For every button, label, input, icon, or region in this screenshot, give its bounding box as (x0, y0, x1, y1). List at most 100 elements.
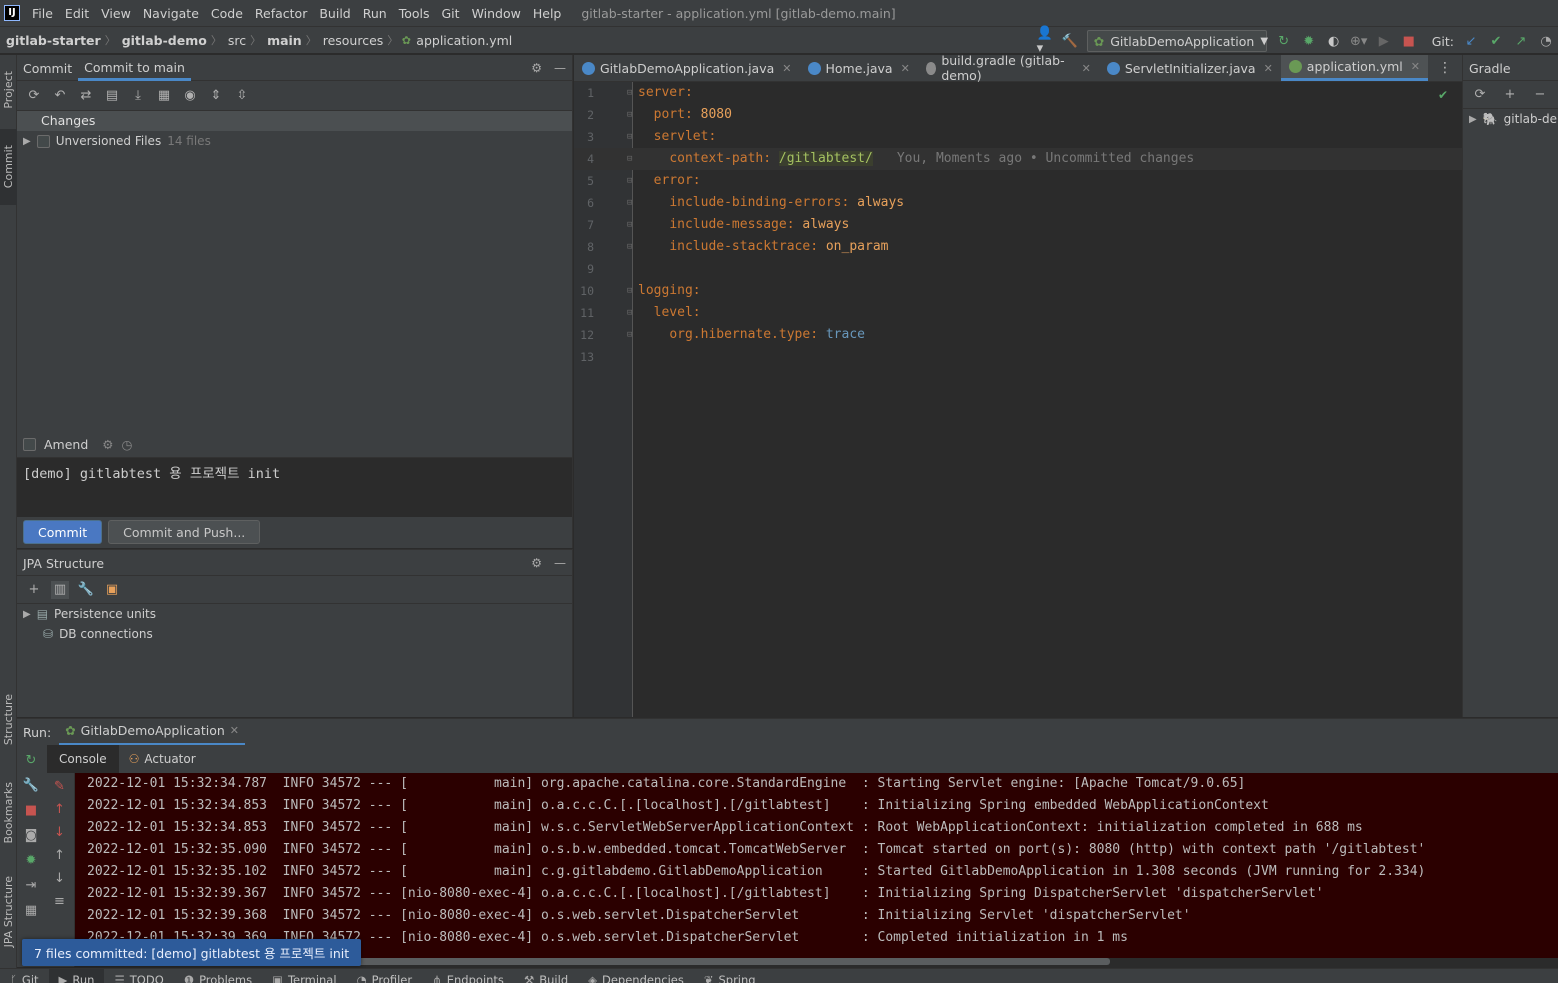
code-editor[interactable]: 1 ⊟ server: 2 ⊟ port: 8080 3 ⊟ servlet: 4 ⊟ cont… (574, 82, 1462, 717)
menu-window[interactable]: Window (466, 6, 527, 21)
amend-checkbox[interactable] (23, 437, 36, 451)
tree-item-persistence-units[interactable]: ▶ ▤ Persistence units (17, 604, 572, 624)
tree-item-db-connections[interactable]: ⛁ DB connections (17, 624, 572, 644)
shelve-icon[interactable]: ▤ (103, 87, 121, 105)
unversioned-checkbox[interactable] (36, 134, 50, 148)
debug-icon[interactable]: ✹ (26, 853, 37, 868)
code-line[interactable]: 2 ⊟ port: 8080 (574, 104, 1462, 126)
commit-message-field[interactable]: [demo] gitlabtest 용 프로젝트 init (17, 457, 572, 517)
scroll-down-icon[interactable]: ↓ (54, 871, 65, 886)
editor-tab[interactable]: application.yml ✕ (1280, 55, 1428, 81)
run-play-icon[interactable]: ▶ (1376, 33, 1392, 49)
close-icon[interactable]: ✕ (1264, 62, 1273, 75)
clock-icon[interactable]: ◷ (122, 437, 133, 452)
editor-tab[interactable]: build.gradle (gitlab-demo) ✕ (918, 53, 1099, 83)
tool-tab-jpa-structure[interactable]: JPA Structure (0, 867, 17, 957)
tool-window-profiler[interactable]: ◔ Profiler (347, 969, 423, 983)
scroll-up-icon[interactable]: ↑ (54, 848, 65, 863)
tool-tab-commit[interactable]: Commit (0, 129, 17, 205)
close-icon[interactable]: ✕ (782, 62, 791, 75)
menu-file[interactable]: File (26, 6, 59, 21)
code-line[interactable]: 4 ⊟ context-path: /gitlabtest/You, Moment… (574, 148, 1462, 170)
menu-edit[interactable]: Edit (59, 6, 95, 21)
close-icon[interactable]: ✕ (1411, 60, 1420, 73)
menu-run[interactable]: Run (357, 6, 393, 21)
profiler-icon[interactable]: ⊕▾ (1350, 33, 1367, 49)
rerun-icon[interactable]: ↻ (1276, 33, 1292, 49)
tool-window-git[interactable]: ᚴ Git (0, 969, 49, 983)
more-tabs-icon[interactable]: ⋮ (1428, 55, 1462, 81)
code-line[interactable]: 12 ⊟ org.hibernate.type: trace (574, 324, 1462, 346)
git-commit-icon[interactable]: ✔ (1488, 33, 1504, 49)
breadcrumb-project[interactable]: gitlab-starter (0, 33, 105, 48)
tab-commit-to-main[interactable]: Commit to main (78, 55, 191, 81)
build-hammer-icon[interactable]: 🔨 (1062, 33, 1078, 49)
coverage-icon[interactable]: ◐ (1326, 33, 1342, 49)
tool-tab-structure[interactable]: Structure (0, 687, 17, 753)
minimize-icon[interactable]: — (554, 556, 566, 570)
git-push-icon[interactable]: ↗ (1513, 33, 1529, 49)
fold-marker-icon[interactable]: ⊟ (627, 324, 632, 346)
menu-help[interactable]: Help (527, 6, 568, 21)
breadcrumb-resources[interactable]: resources (317, 33, 388, 48)
close-icon[interactable]: ✕ (1082, 62, 1091, 75)
fold-marker-icon[interactable]: ⊟ (627, 126, 632, 148)
expand-all-icon[interactable]: ⇕ (207, 87, 225, 105)
eye-icon[interactable]: ◉ (181, 87, 199, 105)
jpa-console-icon[interactable]: ▣ (103, 581, 121, 599)
menu-view[interactable]: View (95, 6, 137, 21)
menu-git[interactable]: Git (436, 6, 466, 21)
code-line[interactable]: 3 ⊟ servlet: (574, 126, 1462, 148)
fold-marker-icon[interactable]: ⊟ (627, 302, 632, 324)
breadcrumb-main[interactable]: main (261, 33, 306, 48)
debug-bug-icon[interactable]: ✹ (1301, 33, 1317, 49)
changes-header[interactable]: Changes (17, 111, 572, 131)
exit-icon[interactable]: ⇥ (26, 878, 37, 893)
editor-tab[interactable]: GitlabDemoApplication.java ✕ (574, 55, 800, 81)
fold-marker-icon[interactable]: ⊟ (627, 82, 632, 104)
run-configuration-select[interactable]: ✿ GitlabDemoApplication ▼ (1086, 30, 1268, 52)
history-icon[interactable]: ◔ (1538, 33, 1554, 49)
tab-actuator[interactable]: ⚇ Actuator (119, 745, 206, 773)
refresh-icon[interactable]: ⟳ (25, 87, 43, 105)
code-line[interactable]: 10 ⊟ logging: (574, 280, 1462, 302)
layout-icon[interactable]: ▦ (25, 903, 37, 918)
horizontal-scrollbar[interactable] (330, 958, 1110, 965)
stop-icon[interactable]: ■ (1401, 33, 1417, 49)
run-config-tab[interactable]: ✿ GitlabDemoApplication ✕ (59, 719, 246, 746)
fold-marker-icon[interactable]: ⊟ (627, 192, 632, 214)
soft-wrap-icon[interactable]: ≡ (54, 894, 65, 909)
tool-window-run[interactable]: ▶ Run (48, 969, 105, 983)
code-line[interactable]: 11 ⊟ level: (574, 302, 1462, 324)
breadcrumb-src[interactable]: src (222, 33, 250, 48)
arrow-down-icon[interactable]: ↓ (54, 825, 65, 840)
menu-tools[interactable]: Tools (393, 6, 436, 21)
gear-icon[interactable]: ⚙ (102, 437, 113, 452)
tool-window-spring[interactable]: ❦ Spring (694, 969, 766, 983)
tool-window-build[interactable]: ⚒ Build (514, 969, 578, 983)
code-line[interactable]: 8 ⊟ include-stacktrace: on_param (574, 236, 1462, 258)
fold-marker-icon[interactable]: ⊟ (627, 214, 632, 236)
reload-icon[interactable]: ⟳ (1471, 86, 1489, 104)
tab-console[interactable]: Console (47, 745, 119, 773)
fold-marker-icon[interactable]: ⊟ (627, 170, 632, 192)
remove-icon[interactable]: − (1531, 86, 1549, 104)
code-line[interactable]: 6 ⊟ include-binding-errors: always (574, 192, 1462, 214)
wrench-icon[interactable]: 🔧 (77, 581, 95, 599)
rerun-icon[interactable]: ↻ (26, 753, 37, 768)
clear-icon[interactable]: ✎ (54, 779, 65, 794)
gradle-project-row[interactable]: ▶ 🐘 gitlab-demo (1463, 109, 1558, 129)
add-icon[interactable]: + (1501, 86, 1519, 104)
commit-button[interactable]: Commit (23, 520, 103, 544)
fold-marker-icon[interactable]: ⊟ (627, 280, 632, 302)
breadcrumb-file[interactable]: application.yml (414, 33, 516, 48)
gear-icon[interactable]: ⚙ (531, 556, 542, 570)
menu-refactor[interactable]: Refactor (249, 6, 313, 21)
fold-marker-icon[interactable]: ⊟ (627, 236, 632, 258)
add-icon[interactable]: + (25, 581, 43, 599)
unversioned-files-row[interactable]: ▶ Unversioned Files 14 files (17, 131, 572, 151)
tool-window-endpoints[interactable]: ⋔ Endpoints (422, 969, 514, 983)
menu-build[interactable]: Build (313, 6, 356, 21)
code-line[interactable]: 9 (574, 258, 1462, 280)
chevron-right-icon[interactable]: ▶ (1469, 114, 1477, 125)
